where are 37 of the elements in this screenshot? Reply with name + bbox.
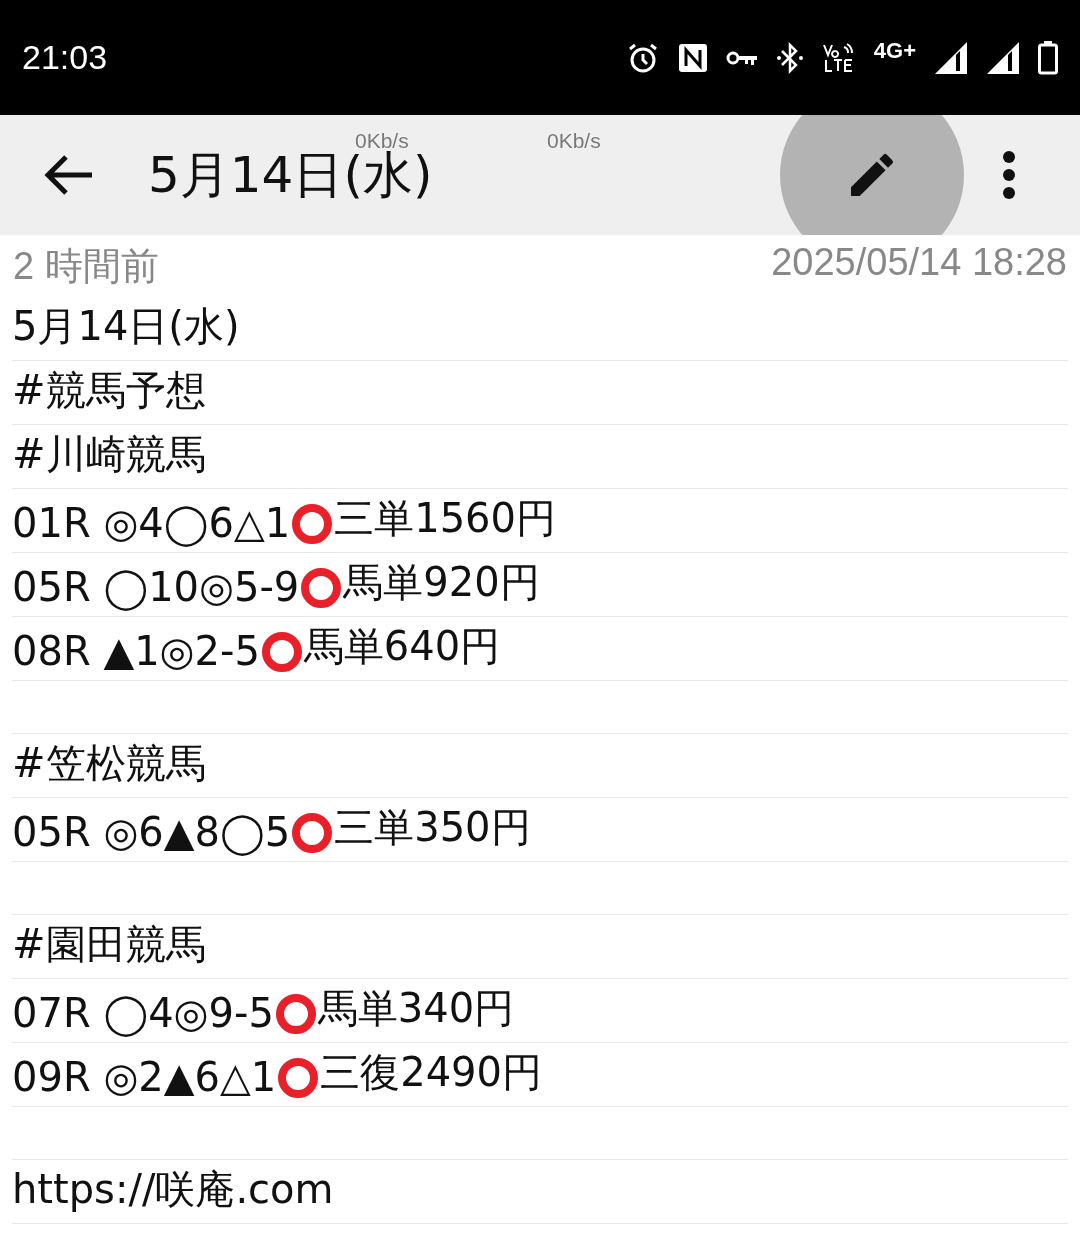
note-text: 08R ▲1◎2-5	[12, 628, 260, 674]
hit-circle-icon	[275, 994, 316, 1034]
note-text: #競馬予想	[12, 366, 206, 415]
note-text: 馬単920円	[343, 558, 540, 607]
note-text: 三復2490円	[320, 1048, 542, 1097]
note-text: https://咲庵.com	[12, 1165, 334, 1214]
timestamp: 2025/05/14 18:28	[771, 241, 1067, 285]
bluetooth-icon	[775, 40, 804, 75]
note-text: 09R ◎2▲6△1	[12, 1054, 277, 1100]
note-text: #川崎競馬	[12, 430, 206, 479]
note-text: 5月14日(水)	[12, 302, 240, 351]
signal-icon	[986, 40, 1020, 75]
hit-circle-icon	[301, 568, 342, 608]
note-text: 07R ◯4◎9-5	[12, 990, 274, 1036]
note-text: 05R ◎6▲8◯5	[12, 809, 291, 855]
note-text: 三単350円	[334, 803, 531, 852]
back-button[interactable]	[44, 153, 94, 197]
network-speed: 0Kb/s	[547, 129, 601, 153]
battery-icon	[1038, 40, 1058, 75]
note-text: #笠松競馬	[12, 739, 206, 788]
note-text: 三単1560円	[334, 494, 556, 543]
hit-circle-icon	[292, 813, 333, 853]
network-type: 4G+	[873, 37, 916, 64]
note-text: #園田競馬	[12, 920, 206, 969]
note-text: 01R ◎4◯6△1	[12, 500, 291, 546]
note-text: 馬単640円	[303, 622, 501, 671]
more-options-button[interactable]	[1002, 151, 1016, 199]
hit-circle-icon	[261, 632, 302, 672]
note-text: 05R ◯10◎5-9	[12, 564, 300, 610]
relative-time: 2 時間前	[13, 244, 159, 289]
signal-icon	[934, 40, 968, 75]
volte-icon	[821, 42, 856, 73]
hit-circle-icon	[292, 504, 333, 544]
status-time: 21:03	[22, 38, 108, 77]
hit-circle-icon	[278, 1058, 319, 1098]
note-text: 馬単340円	[317, 984, 515, 1033]
nfc-icon	[677, 42, 708, 73]
